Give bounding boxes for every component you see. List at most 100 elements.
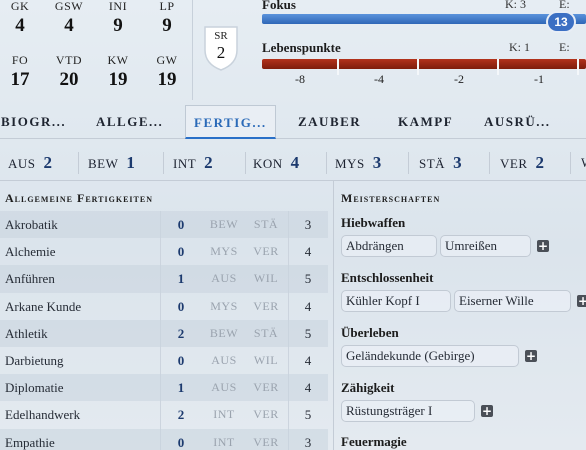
lp-tick bbox=[577, 59, 579, 75]
skill-attr2: WIL bbox=[253, 352, 279, 367]
table-row[interactable]: Akrobatik 0 BEW STÄ 3 bbox=[0, 211, 328, 239]
mastery-chip-list: Abdrängen Umreißen + bbox=[341, 235, 549, 257]
table-row[interactable]: Athletik 2 BEW STÄ 5 bbox=[0, 319, 328, 347]
tab-biography[interactable]: BIOGR... bbox=[1, 105, 66, 139]
skill-attr2: STÄ bbox=[253, 217, 279, 231]
strip-divider bbox=[78, 152, 79, 174]
add-mastery-icon[interactable]: + bbox=[537, 240, 549, 252]
mastery-chip[interactable]: Kühler Kopf I bbox=[341, 290, 451, 312]
skill-value[interactable]: 2 bbox=[160, 401, 202, 428]
strip-ver: VER 2 bbox=[500, 145, 544, 181]
table-row[interactable]: Alchemie 0 MYS VER 4 bbox=[0, 238, 328, 265]
attr-value: 19 bbox=[108, 69, 128, 90]
table-row[interactable]: Darbietung 0 AUS WIL 4 bbox=[0, 347, 328, 374]
strip-value: 2 bbox=[204, 153, 213, 172]
attr-label: GK bbox=[10, 0, 30, 13]
tab-spells[interactable]: ZAUBER bbox=[298, 105, 361, 139]
attr-label: VTD bbox=[55, 53, 83, 67]
strip-key: INT bbox=[173, 156, 197, 171]
lp-tick-label: -1 bbox=[534, 72, 544, 86]
mastery-chip[interactable]: Rüstungsträger I bbox=[341, 400, 475, 422]
mastery-group-zaehigkeit: Zähigkeit Rüstungsträger I + bbox=[341, 379, 493, 422]
add-mastery-icon[interactable]: + bbox=[577, 295, 586, 307]
fokus-label: Fokus bbox=[262, 0, 296, 12]
skill-cost: 4 bbox=[304, 298, 312, 314]
mastery-group-title: Überleben bbox=[341, 325, 399, 340]
table-row[interactable]: Arkane Kunde 0 MYS VER 4 bbox=[0, 293, 328, 320]
lp-e-label: E: bbox=[559, 40, 570, 54]
mastery-chip-list: Rüstungsträger I + bbox=[341, 400, 493, 422]
mastery-chip-list: Kühler Kopf I Eiserner Wille + bbox=[341, 290, 586, 312]
strip-divider bbox=[326, 152, 327, 174]
strip-key: AUS bbox=[8, 156, 36, 171]
skill-attr2: VER bbox=[253, 407, 279, 422]
skill-cost: 5 bbox=[304, 271, 312, 287]
skill-attr1: BEW bbox=[209, 325, 239, 340]
strip-value: 2 bbox=[535, 153, 545, 172]
skill-value[interactable]: 0 bbox=[160, 238, 202, 265]
skill-attr1: AUS bbox=[211, 271, 237, 286]
skill-attr2: STÄ bbox=[253, 325, 279, 340]
mastery-chip[interactable]: Abdrängen bbox=[341, 235, 437, 257]
skill-attr1: INT bbox=[213, 407, 235, 422]
mastery-group-title: Feuermagie bbox=[341, 434, 407, 449]
table-row[interactable]: Empathie 0 INT VER 3 bbox=[0, 428, 328, 450]
skill-value[interactable]: 1 bbox=[160, 374, 202, 401]
fokus-k-label: K: 3 bbox=[505, 0, 526, 12]
skill-name: Diplomatie bbox=[5, 380, 64, 396]
tab-general[interactable]: ALLGE... bbox=[96, 105, 163, 139]
skill-name: Arkane Kunde bbox=[5, 298, 82, 314]
skill-attr2: VER bbox=[253, 380, 279, 395]
table-row[interactable]: Anführen 1 AUS WIL 5 bbox=[0, 265, 328, 293]
lp-tick bbox=[417, 59, 419, 75]
mastery-chip[interactable]: Eiserner Wille bbox=[454, 290, 571, 312]
mastery-group-entschlossenheit: Entschlossenheit Kühler Kopf I Eiserner … bbox=[341, 269, 586, 312]
strip-sta: STÄ 3 bbox=[419, 145, 462, 181]
mastery-chip[interactable]: Geländekunde (Gebirge) bbox=[341, 345, 519, 367]
skill-name: Anführen bbox=[5, 271, 55, 287]
attr-value: 17 bbox=[10, 69, 30, 90]
mastery-chip[interactable]: Umreißen bbox=[440, 235, 531, 257]
attribute-grid: GK 4 GSW 4 INI 9 LP 9 FO 17 VTD 20 KW 19… bbox=[0, 0, 192, 100]
fokus-bar bbox=[262, 14, 586, 24]
lp-k-value: 1 bbox=[524, 40, 530, 54]
strip-int: INT 2 bbox=[173, 145, 213, 181]
strip-key: MYS bbox=[335, 156, 365, 171]
skill-value[interactable]: 0 bbox=[160, 347, 202, 374]
strip-aus: AUS 2 bbox=[8, 145, 52, 181]
table-row[interactable]: Edelhandwerk 2 INT VER 5 bbox=[0, 401, 328, 428]
strip-wil: W bbox=[581, 145, 586, 181]
attr-kw: KW 19 bbox=[98, 54, 138, 92]
attr-label: LP bbox=[159, 0, 175, 13]
strip-bew: BEW 1 bbox=[88, 145, 135, 181]
tab-skills[interactable]: FERTIG... bbox=[185, 105, 276, 139]
skill-value[interactable]: 0 bbox=[160, 211, 202, 238]
sr-label: SR bbox=[214, 30, 228, 42]
mastery-panel-title: Meisterschaften bbox=[341, 191, 441, 205]
skill-value[interactable]: 0 bbox=[160, 429, 202, 450]
mastery-group-ueberleben: Überleben Geländekunde (Gebirge) + bbox=[341, 324, 537, 367]
tab-combat[interactable]: KAMPF bbox=[398, 105, 453, 139]
skill-value[interactable]: 1 bbox=[160, 265, 202, 292]
fokus-k-prefix: K: bbox=[505, 0, 517, 11]
attr-gsw: GSW 4 bbox=[49, 0, 89, 38]
skill-cost: 3 bbox=[304, 217, 312, 232]
strip-divider bbox=[408, 152, 409, 174]
tab-equipment[interactable]: AUSRÜ... bbox=[484, 105, 551, 139]
fokus-k-value: 3 bbox=[520, 0, 526, 11]
table-row[interactable]: Diplomatie 1 AUS VER 4 bbox=[0, 374, 328, 402]
skill-attr1: MYS bbox=[210, 298, 238, 313]
attr-lp: LP 9 bbox=[147, 0, 187, 38]
skill-value[interactable]: 2 bbox=[160, 320, 202, 347]
add-mastery-icon[interactable]: + bbox=[525, 350, 537, 362]
header-divider bbox=[192, 0, 193, 100]
skill-value[interactable]: 0 bbox=[160, 293, 202, 320]
strip-kon: KON 4 bbox=[253, 145, 299, 181]
attr-value: 9 bbox=[113, 15, 123, 36]
lp-tick-label: -2 bbox=[454, 72, 464, 86]
skill-attr1: AUS bbox=[211, 380, 237, 395]
skill-cost: 4 bbox=[304, 352, 312, 368]
strip-divider bbox=[570, 152, 571, 174]
strip-key: BEW bbox=[88, 156, 119, 171]
add-mastery-icon[interactable]: + bbox=[481, 405, 493, 417]
